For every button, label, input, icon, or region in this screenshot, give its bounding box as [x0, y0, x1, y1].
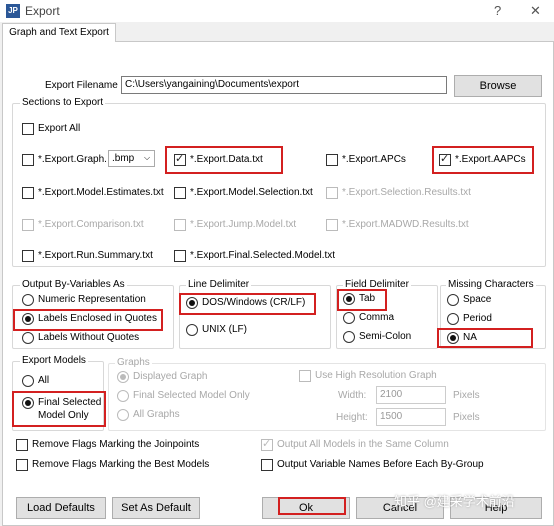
export-filename-input[interactable]: C:\Users\yangaining\Documents\export: [121, 76, 447, 94]
final-selected-radio[interactable]: [22, 397, 34, 409]
space-label: Space: [463, 294, 492, 305]
graph-label: *.Export.Graph.: [38, 154, 107, 165]
aapcs-label: *.Export.AAPCs: [455, 154, 526, 165]
run-summary-checkbox[interactable]: [22, 250, 34, 262]
comma-radio[interactable]: [343, 312, 355, 324]
apcs-label: *.Export.APCs: [342, 154, 406, 165]
space-radio[interactable]: [447, 294, 459, 306]
tab-label: Tab: [359, 293, 376, 304]
tab-radio[interactable]: [343, 293, 355, 305]
period-label: Period: [463, 313, 492, 324]
final-selected-model-label: *.Export.Final.Selected.Model.txt: [190, 250, 336, 261]
numeric-label: Numeric Representation: [38, 294, 146, 305]
displayed-graph-radio[interactable]: [117, 371, 129, 383]
selection-results-label: *.Export.Selection.Results.txt: [342, 187, 471, 198]
run-summary-label: *.Export.Run.Summary.txt: [38, 250, 153, 261]
final-graph-label: Final Selected Model Only: [133, 390, 250, 401]
high-res-checkbox[interactable]: [299, 370, 311, 382]
final-graph-radio[interactable]: [117, 390, 129, 402]
title-bar: [0, 0, 554, 22]
export-models-title: Export Models: [20, 355, 88, 366]
variable-names-checkbox[interactable]: [261, 459, 273, 471]
window-title: Export: [25, 4, 60, 18]
models-all-label: All: [38, 375, 50, 386]
without-quotes-radio[interactable]: [22, 332, 34, 344]
all-graphs-label: All Graphs: [133, 409, 180, 420]
unix-radio[interactable]: [186, 324, 198, 336]
graph-checkbox[interactable]: [22, 154, 34, 166]
variable-names-label: Output Variable Names Before Each By-Gro…: [277, 459, 484, 470]
enclosed-radio[interactable]: [22, 313, 34, 325]
load-defaults-button[interactable]: Load Defaults: [16, 497, 106, 519]
watermark: 知乎 @建采学术前沿: [394, 494, 515, 509]
model-estimates-label: *.Export.Model.Estimates.txt: [38, 187, 164, 198]
period-radio[interactable]: [447, 313, 459, 325]
high-res-label: Use High Resolution Graph: [315, 370, 437, 381]
export-filename-label: Export Filename: [45, 80, 118, 91]
selection-results-checkbox[interactable]: [326, 187, 338, 199]
help-icon[interactable]: ?: [494, 3, 501, 18]
apcs-checkbox[interactable]: [326, 154, 338, 166]
width-label: Width:: [338, 390, 367, 401]
data-label: *.Export.Data.txt: [190, 154, 263, 165]
aapcs-checkbox[interactable]: [439, 152, 451, 166]
semicolon-label: Semi-Colon: [359, 331, 412, 342]
same-column-label: Output All Models in the Same Column: [277, 439, 449, 450]
model-selection-label: *.Export.Model.Selection.txt: [190, 187, 313, 198]
graphs-title: Graphs: [115, 357, 152, 368]
comparison-checkbox[interactable]: [22, 219, 34, 231]
final-selected-line1: Final Selected: [38, 397, 102, 408]
sections-title: Sections to Export: [20, 97, 106, 108]
unix-label: UNIX (LF): [202, 324, 247, 335]
madwd-label: *.Export.MADWD.Results.txt: [342, 219, 469, 230]
close-icon[interactable]: ✕: [530, 3, 541, 19]
semicolon-radio[interactable]: [343, 331, 355, 343]
without-quotes-label: Labels Without Quotes: [38, 332, 140, 343]
export-all-checkbox[interactable]: [22, 123, 34, 135]
sections-group: [12, 103, 546, 267]
chevron-down-icon: ⌵: [144, 153, 151, 162]
height-input[interactable]: 1500: [376, 408, 446, 426]
numeric-radio[interactable]: [22, 294, 34, 306]
set-as-default-button[interactable]: Set As Default: [112, 497, 200, 519]
jump-model-checkbox[interactable]: [174, 219, 186, 231]
width-pixels-label: Pixels: [453, 390, 480, 401]
height-label: Height:: [336, 412, 368, 423]
tab-graph-text-export[interactable]: Graph and Text Export: [2, 23, 116, 42]
highlight-box: [278, 497, 346, 515]
output-by-title: Output By-Variables As: [20, 279, 127, 290]
final-selected-model-checkbox[interactable]: [174, 250, 186, 262]
dos-radio[interactable]: [186, 297, 198, 309]
na-label: NA: [463, 332, 477, 343]
remove-joinpoints-checkbox[interactable]: [16, 439, 28, 451]
data-checkbox[interactable]: [174, 152, 186, 166]
remove-best-label: Remove Flags Marking the Best Models: [32, 459, 210, 470]
models-all-radio[interactable]: [22, 375, 34, 387]
same-column-checkbox[interactable]: [261, 437, 273, 451]
line-delimiter-title: Line Delimiter: [186, 279, 252, 290]
remove-best-checkbox[interactable]: [16, 459, 28, 471]
browse-button[interactable]: Browse: [454, 75, 542, 97]
missing-characters-title: Missing Characters: [446, 279, 536, 290]
remove-joinpoints-label: Remove Flags Marking the Joinpoints: [32, 439, 200, 450]
width-input[interactable]: 2100: [376, 386, 446, 404]
graph-format-value: .bmp: [112, 153, 135, 164]
app-logo-icon: JP: [6, 4, 20, 18]
final-selected-line2: Model Only: [38, 410, 89, 421]
all-graphs-radio[interactable]: [117, 409, 129, 421]
export-all-label: Export All: [38, 123, 81, 134]
jump-model-label: *.Export.Jump.Model.txt: [190, 219, 297, 230]
na-radio[interactable]: [447, 332, 459, 344]
madwd-checkbox[interactable]: [326, 219, 338, 231]
height-pixels-label: Pixels: [453, 412, 480, 423]
model-estimates-checkbox[interactable]: [22, 187, 34, 199]
comparison-label: *.Export.Comparison.txt: [38, 219, 144, 230]
displayed-graph-label: Displayed Graph: [133, 371, 208, 382]
comma-label: Comma: [359, 312, 395, 323]
model-selection-checkbox[interactable]: [174, 187, 186, 199]
dos-label: DOS/Windows (CR/LF): [202, 297, 306, 308]
graph-format-select[interactable]: .bmp ⌵: [108, 150, 155, 167]
enclosed-label: Labels Enclosed in Quotes: [38, 313, 157, 324]
